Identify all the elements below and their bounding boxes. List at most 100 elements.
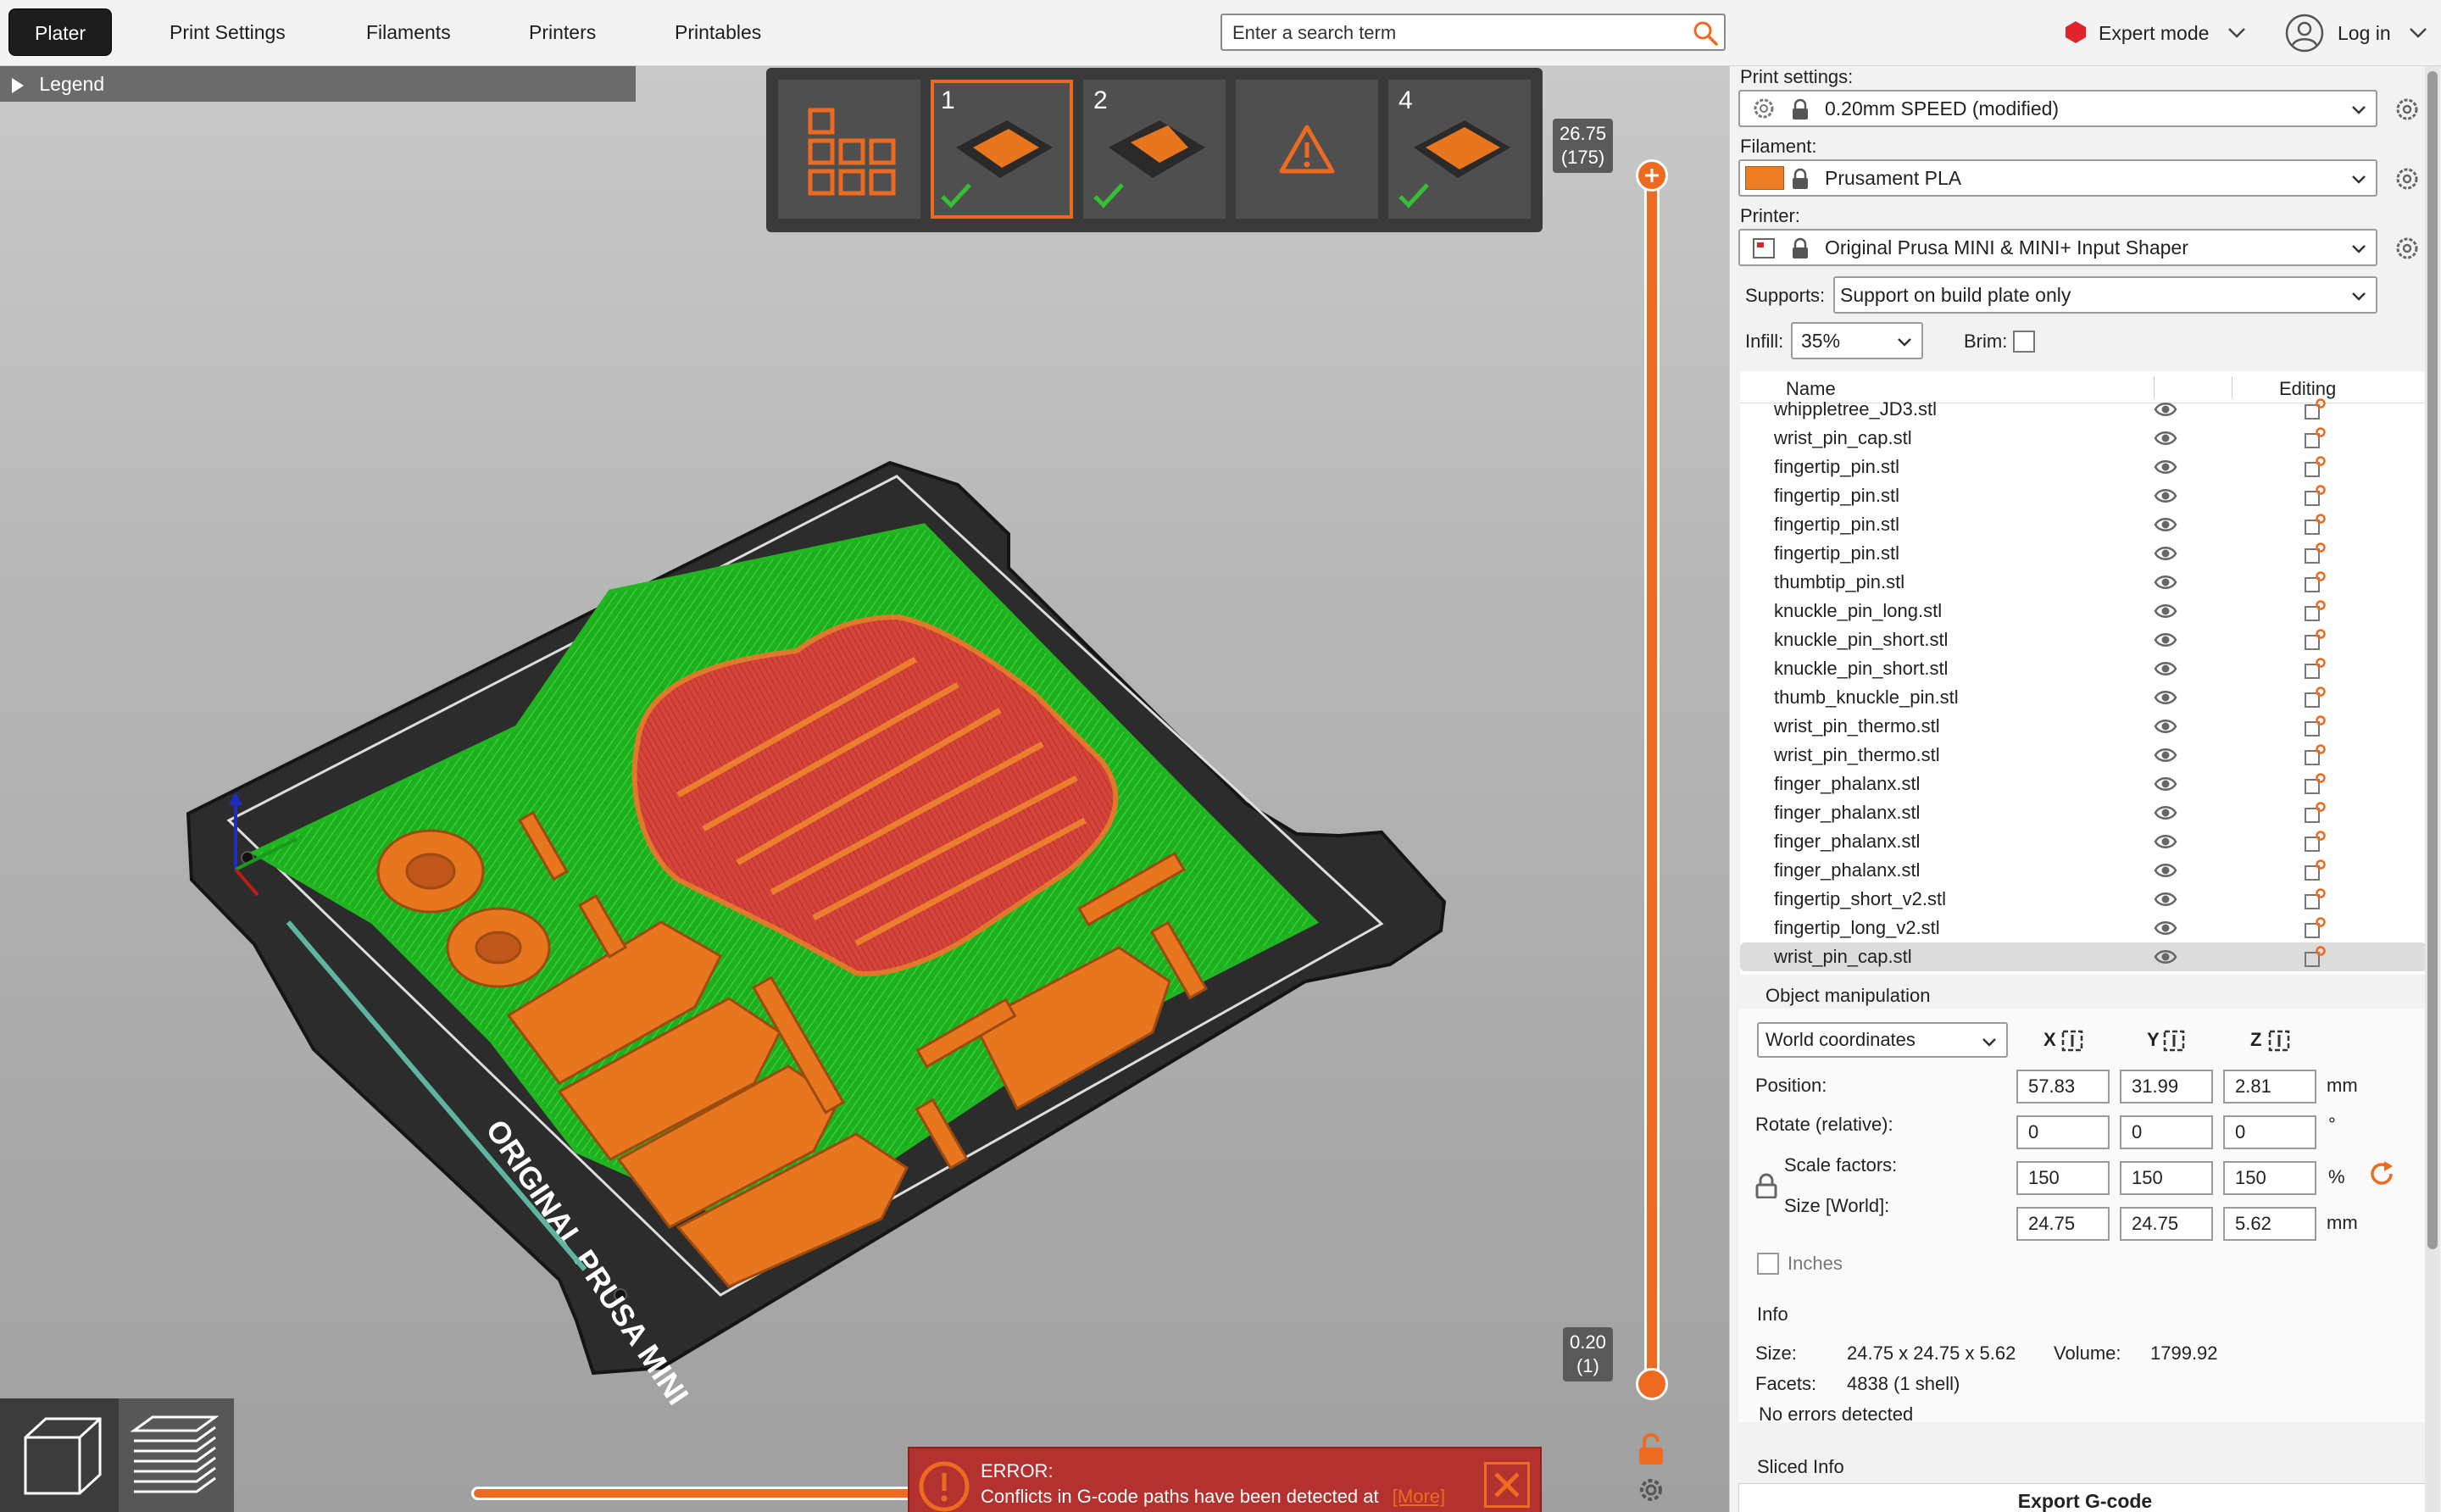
list-item[interactable]: knuckle_pin_long.stl <box>1740 597 2427 625</box>
settings-cog-icon[interactable] <box>1636 1475 1666 1505</box>
eye-icon[interactable] <box>2154 803 2177 823</box>
brim-checkbox[interactable] <box>2013 331 2035 353</box>
close-error-button[interactable] <box>1484 1462 1530 1508</box>
coordinate-system-combo[interactable]: World coordinates <box>1757 1022 2008 1058</box>
unlock-icon[interactable] <box>1636 1432 1666 1466</box>
tab-filaments[interactable]: Filaments <box>341 8 476 56</box>
tab-plater[interactable]: Plater <box>8 8 113 56</box>
plate-1-button[interactable]: 1 <box>931 80 1073 219</box>
eye-icon[interactable] <box>2154 659 2177 679</box>
filament-gear-icon[interactable] <box>2394 166 2420 192</box>
scale-y-field[interactable]: 150 <box>2120 1161 2213 1195</box>
rotate-x-field[interactable]: 0 <box>2016 1115 2110 1149</box>
tab-print-settings[interactable]: Print Settings <box>144 8 311 56</box>
list-item[interactable]: finger_phalanx.stl <box>1740 798 2427 827</box>
list-item[interactable]: fingertip_pin.stl <box>1740 539 2427 568</box>
eye-icon[interactable] <box>2154 514 2177 535</box>
search-input[interactable]: Enter a search term <box>1220 14 1726 51</box>
arrange-all-plates-button[interactable] <box>778 80 920 219</box>
edit-object-icon[interactable] <box>2303 916 2327 940</box>
list-item[interactable]: whippletree_JD3.stl <box>1740 395 2427 424</box>
eye-icon[interactable] <box>2154 399 2177 420</box>
edit-object-icon[interactable] <box>2303 513 2327 536</box>
filament-combo[interactable]: Prusament PLA <box>1738 159 2377 197</box>
list-item[interactable]: fingertip_pin.stl <box>1740 481 2427 510</box>
print-preview-scene[interactable]: ORIGINAL PRUSA MINI <box>0 66 1729 1512</box>
edit-object-icon[interactable] <box>2303 542 2327 565</box>
supports-combo[interactable]: Support on build plate only <box>1833 276 2377 314</box>
eye-icon[interactable] <box>2154 486 2177 506</box>
eye-icon[interactable] <box>2154 601 2177 621</box>
size-x-field[interactable]: 24.75 <box>2016 1207 2110 1241</box>
eye-icon[interactable] <box>2154 831 2177 852</box>
edit-object-icon[interactable] <box>2303 570 2327 594</box>
layer-slider-top-handle[interactable] <box>1636 159 1668 192</box>
panel-scrollbar[interactable] <box>2425 66 2440 1512</box>
list-item[interactable]: finger_phalanx.stl <box>1740 770 2427 798</box>
list-item[interactable]: finger_phalanx.stl <box>1740 856 2427 885</box>
eye-icon[interactable] <box>2154 572 2177 592</box>
edit-object-icon[interactable] <box>2303 599 2327 623</box>
list-item[interactable]: knuckle_pin_short.stl <box>1740 625 2427 654</box>
list-item[interactable]: thumb_knuckle_pin.stl <box>1740 683 2427 712</box>
plate-2-button[interactable]: 2 <box>1083 80 1226 219</box>
edit-object-icon[interactable] <box>2303 887 2327 911</box>
list-item[interactable]: fingertip_pin.stl <box>1740 453 2427 481</box>
eye-icon[interactable] <box>2154 860 2177 881</box>
list-item[interactable]: knuckle_pin_short.stl <box>1740 654 2427 683</box>
scrollbar-thumb[interactable] <box>2427 71 2438 1249</box>
eye-icon[interactable] <box>2154 457 2177 477</box>
rotate-z-field[interactable]: 0 <box>2223 1115 2316 1149</box>
legend-toggle[interactable]: Legend <box>0 66 636 102</box>
edit-object-icon[interactable] <box>2303 686 2327 709</box>
position-z-field[interactable]: 2.81 <box>2223 1070 2316 1103</box>
edit-object-icon[interactable] <box>2303 657 2327 681</box>
position-y-field[interactable]: 31.99 <box>2120 1070 2213 1103</box>
edit-object-icon[interactable] <box>2303 714 2327 738</box>
list-item[interactable]: thumbtip_pin.stl <box>1740 568 2427 597</box>
printer-gear-icon[interactable] <box>2394 236 2420 261</box>
scale-x-field[interactable]: 150 <box>2016 1161 2110 1195</box>
eye-icon[interactable] <box>2154 630 2177 650</box>
edit-object-icon[interactable] <box>2303 397 2327 421</box>
list-item[interactable]: fingertip_long_v2.stl <box>1740 914 2427 942</box>
eye-icon[interactable] <box>2154 428 2177 448</box>
eye-icon[interactable] <box>2154 774 2177 794</box>
eye-icon[interactable] <box>2154 947 2177 967</box>
eye-icon[interactable] <box>2154 889 2177 909</box>
size-z-field[interactable]: 5.62 <box>2223 1207 2316 1241</box>
scale-z-field[interactable]: 150 <box>2223 1161 2316 1195</box>
edit-object-icon[interactable] <box>2303 484 2327 508</box>
plate-4-button[interactable]: 4 <box>1388 80 1531 219</box>
printer-combo[interactable]: Original Prusa MINI & MINI+ Input Shaper <box>1738 229 2377 266</box>
edit-object-icon[interactable] <box>2303 830 2327 853</box>
list-item[interactable]: fingertip_short_v2.stl <box>1740 885 2427 914</box>
print-settings-gear-icon[interactable] <box>2394 97 2420 122</box>
edit-object-icon[interactable] <box>2303 772 2327 796</box>
3d-view-cube-icon[interactable] <box>20 1414 105 1498</box>
tab-printables[interactable]: Printables <box>649 8 787 56</box>
edit-object-icon[interactable] <box>2303 743 2327 767</box>
edit-object-icon[interactable] <box>2303 859 2327 882</box>
tab-printers[interactable]: Printers <box>503 8 621 56</box>
size-y-field[interactable]: 24.75 <box>2120 1207 2213 1241</box>
edit-object-icon[interactable] <box>2303 455 2327 479</box>
3d-viewport[interactable]: ORIGINAL PRUSA MINI Legend 1 2 4 26.75 (… <box>0 66 1729 1512</box>
edit-object-icon[interactable] <box>2303 628 2327 652</box>
list-item[interactable]: finger_phalanx.stl <box>1740 827 2427 856</box>
edit-object-icon[interactable] <box>2303 426 2327 450</box>
preview-layers-button[interactable] <box>119 1398 234 1512</box>
export-gcode-button[interactable]: Export G-code <box>1738 1483 2432 1512</box>
error-more-link[interactable]: [More] <box>1393 1486 1445 1507</box>
list-item[interactable]: wrist_pin_thermo.stl <box>1740 712 2427 741</box>
position-x-field[interactable]: 57.83 <box>2016 1070 2110 1103</box>
eye-icon[interactable] <box>2154 543 2177 564</box>
list-item[interactable]: wrist_pin_cap.stl <box>1740 942 2427 971</box>
list-item[interactable]: wrist_pin_thermo.stl <box>1740 741 2427 770</box>
layer-slider-bottom-handle[interactable] <box>1636 1368 1668 1400</box>
list-item[interactable]: fingertip_pin.stl <box>1740 510 2427 539</box>
lock-scale-icon[interactable] <box>1755 1173 1777 1198</box>
eye-icon[interactable] <box>2154 716 2177 737</box>
rotate-y-field[interactable]: 0 <box>2120 1115 2213 1149</box>
edit-object-icon[interactable] <box>2303 945 2327 969</box>
